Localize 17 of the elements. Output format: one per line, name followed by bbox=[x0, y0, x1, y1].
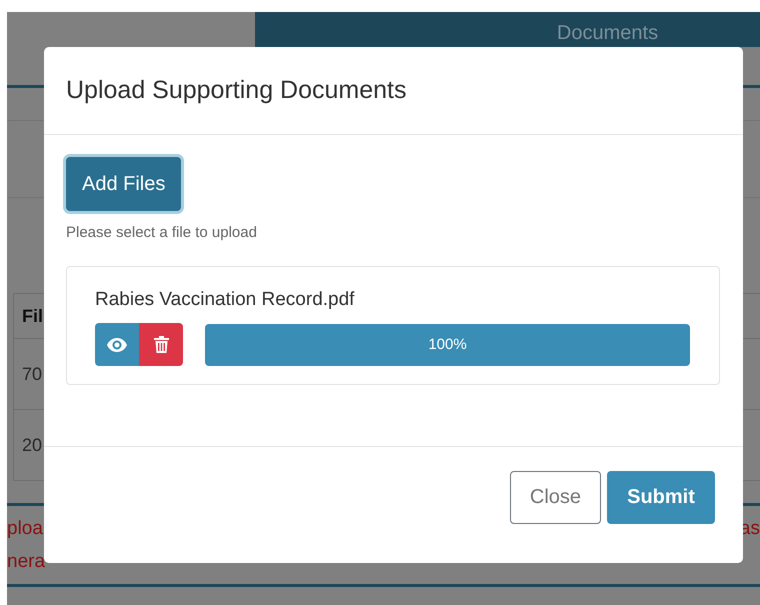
trash-icon bbox=[154, 336, 168, 353]
notice-text: nera bbox=[7, 550, 46, 572]
progress-label: 100% bbox=[428, 335, 467, 355]
documents-tab[interactable]: Documents bbox=[255, 12, 760, 47]
table-header: Fil bbox=[22, 306, 43, 326]
table-cell: 20 bbox=[22, 434, 42, 456]
file-name: Rabies Vaccination Record.pdf bbox=[95, 289, 356, 311]
dialog-title: Upload Supporting Documents bbox=[66, 76, 406, 105]
delete-button[interactable] bbox=[139, 323, 183, 366]
view-button[interactable] bbox=[95, 323, 139, 366]
eye-icon bbox=[107, 338, 127, 352]
close-button[interactable]: Close bbox=[510, 471, 601, 524]
table-cell: 70 bbox=[22, 364, 42, 384]
hint-text: Please select a file to upload bbox=[66, 224, 257, 241]
notice-text: ploa bbox=[7, 518, 43, 540]
submit-button[interactable]: Submit bbox=[607, 471, 715, 524]
add-files-button[interactable]: Add Files bbox=[66, 157, 182, 211]
